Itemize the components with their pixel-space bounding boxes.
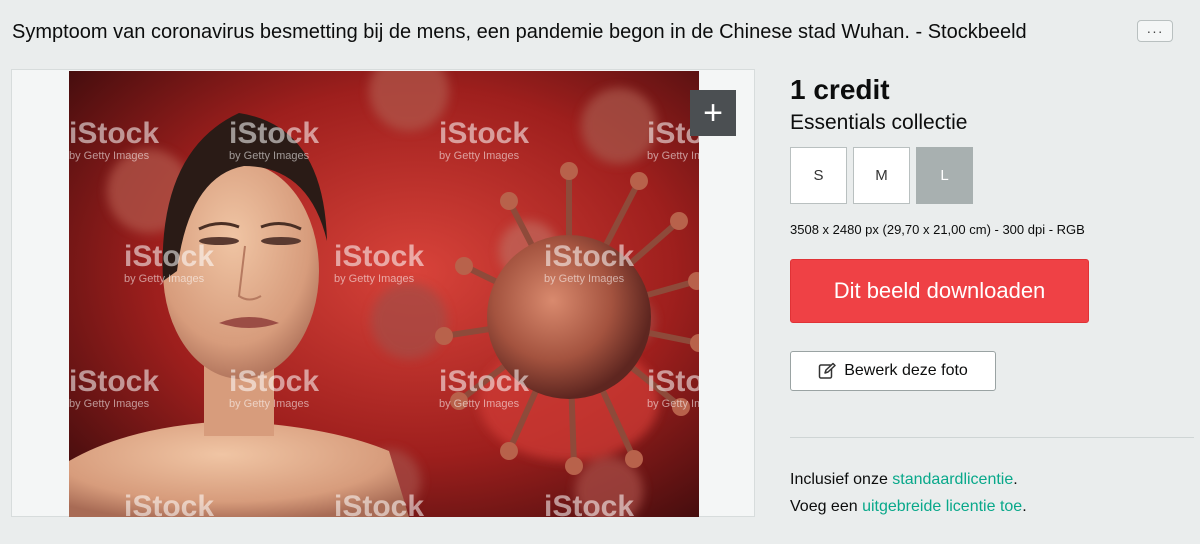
image-dimensions: 3508 x 2480 px (29,70 x 21,00 cm) - 300 … xyxy=(790,222,1085,237)
watermark: iStock xyxy=(229,117,319,150)
watermark-sub: by Getty Images xyxy=(647,398,699,410)
extended-license-text-end: . xyxy=(1022,498,1027,515)
watermark: iStock xyxy=(647,365,699,398)
edit-photo-button[interactable]: Bewerk deze foto xyxy=(790,351,996,391)
watermark-sub: by Getty Images xyxy=(69,398,150,410)
edit-photo-label: Bewerk deze foto xyxy=(844,362,968,379)
watermark-sub: by Getty Images xyxy=(229,398,310,410)
watermark: iStock xyxy=(69,365,159,398)
watermark: iStock xyxy=(334,240,424,273)
license-text-end: . xyxy=(1013,471,1018,488)
extended-license-text: Voeg een xyxy=(790,498,863,515)
watermark: iStock xyxy=(334,490,424,517)
size-option-m[interactable]: M xyxy=(853,147,910,204)
watermark: iStock xyxy=(124,490,214,517)
size-option-l[interactable]: L xyxy=(916,147,973,204)
watermark-sub: by Getty Images xyxy=(334,273,415,285)
watermark-sub: by Getty Images xyxy=(439,398,520,410)
add-to-board-button[interactable]: + xyxy=(690,90,736,136)
watermark: iStock xyxy=(229,365,319,398)
watermark: iStock xyxy=(69,117,159,150)
collection-label: Essentials collectie xyxy=(790,111,968,134)
watermark-sub: by Getty Images xyxy=(544,273,625,285)
watermark: iStock xyxy=(544,240,634,273)
license-info: Inclusief onze standaardlicentie. xyxy=(790,471,1018,489)
license-text: Inclusief onze xyxy=(790,471,893,488)
watermark-sub: by Getty Images xyxy=(69,150,150,162)
watermark: iStock xyxy=(439,365,529,398)
image-preview: iStock by Getty Images iStock by Getty I… xyxy=(11,69,755,517)
stock-photo[interactable]: iStock by Getty Images iStock by Getty I… xyxy=(69,71,699,517)
download-button[interactable]: Dit beeld downloaden xyxy=(790,259,1089,323)
size-option-s[interactable]: S xyxy=(790,147,847,204)
divider xyxy=(790,437,1194,438)
extended-license-info: Voeg een uitgebreide licentie toe. xyxy=(790,498,1027,516)
standard-license-link[interactable]: standaardlicentie xyxy=(892,471,1013,488)
watermark-sub: by Getty Images xyxy=(124,273,205,285)
edit-icon xyxy=(818,362,836,379)
extended-license-link[interactable]: uitgebreide licentie toe xyxy=(862,498,1022,515)
page-title: Symptoom van coronavirus besmetting bij … xyxy=(12,21,1027,43)
watermark: iStock xyxy=(439,117,529,150)
more-options-button[interactable]: ··· xyxy=(1137,20,1173,42)
watermark-sub: by Getty Images xyxy=(647,150,699,162)
price-label: 1 credit xyxy=(790,74,890,105)
size-selector: S M L xyxy=(790,147,973,204)
watermark: iStock xyxy=(124,240,214,273)
watermark: iStock xyxy=(544,490,634,517)
watermark-sub: by Getty Images xyxy=(439,150,520,162)
photo-illustration: iStock by Getty Images iStock by Getty I… xyxy=(69,71,699,517)
watermark-sub: by Getty Images xyxy=(229,150,310,162)
